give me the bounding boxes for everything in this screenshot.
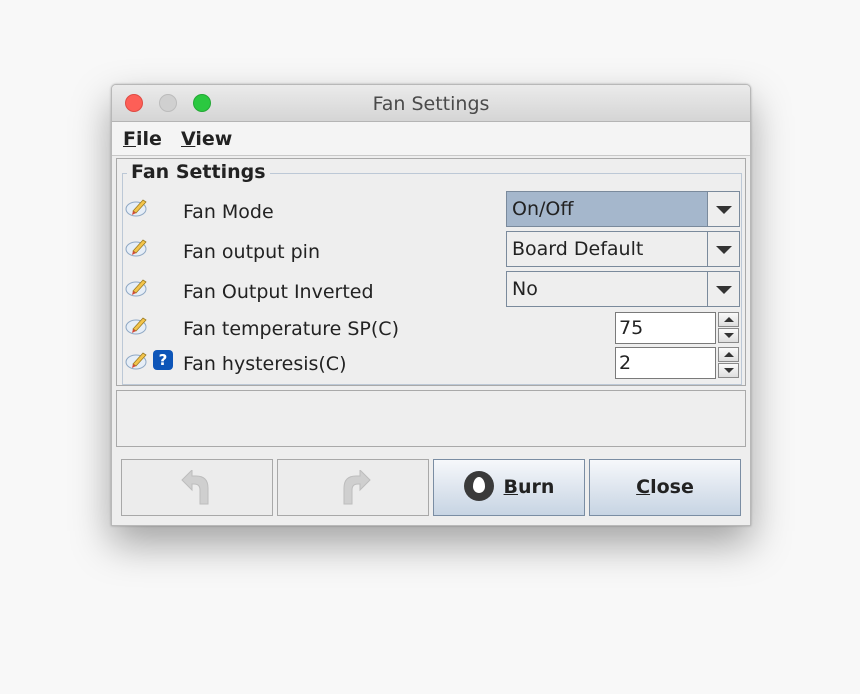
- undo-arrow-icon: [181, 470, 209, 505]
- burn-mnemonic: B: [503, 476, 519, 498]
- fan-hysteresis-label: Fan hysteresis(C): [183, 353, 347, 375]
- title-bar: Fan Settings: [112, 85, 750, 122]
- fan-temperature-sp-spinner: [615, 312, 740, 344]
- fan-temperature-sp-field[interactable]: [615, 312, 716, 344]
- fan-hysteresis-field[interactable]: [615, 347, 716, 379]
- edit-note-icon: [125, 317, 147, 335]
- fan-output-pin-value: Board Default: [512, 238, 644, 260]
- menu-bar: File View: [112, 122, 750, 156]
- help-icon[interactable]: ?: [153, 350, 173, 370]
- fan-output-pin-label: Fan output pin: [183, 241, 320, 263]
- fan-mode-value: On/Off: [507, 192, 708, 226]
- burn-button[interactable]: Burn: [433, 459, 585, 516]
- spinner-up-icon[interactable]: [718, 347, 739, 362]
- fan-mode-combo[interactable]: On/Off: [506, 191, 740, 227]
- menu-file[interactable]: File: [123, 128, 162, 150]
- chevron-down-icon[interactable]: [707, 192, 739, 226]
- fan-mode-label: Fan Mode: [183, 201, 274, 223]
- fan-settings-window: Fan Settings File View Fan Settings Fan …: [111, 84, 751, 526]
- undo-button[interactable]: [121, 459, 273, 516]
- menu-view-mnemonic: V: [181, 128, 196, 150]
- menu-view-label: iew: [195, 128, 233, 150]
- close-button[interactable]: Close: [589, 459, 741, 516]
- chevron-down-icon[interactable]: [707, 232, 739, 266]
- fan-output-inverted-label: Fan Output Inverted: [183, 281, 374, 303]
- redo-arrow-icon: [343, 470, 371, 505]
- status-panel: [116, 390, 746, 447]
- menu-file-mnemonic: F: [123, 128, 136, 150]
- menu-view[interactable]: View: [181, 128, 232, 150]
- flame-icon: [463, 470, 494, 501]
- fan-output-pin-combo[interactable]: Board Default: [506, 231, 740, 267]
- fan-output-inverted-combo[interactable]: No: [506, 271, 740, 307]
- spinner-down-icon[interactable]: [718, 328, 739, 343]
- edit-note-icon: [125, 279, 147, 297]
- redo-button[interactable]: [277, 459, 429, 516]
- edit-note-icon: [125, 239, 147, 257]
- fan-hysteresis-spinner: [615, 347, 740, 379]
- burn-label: urn: [518, 476, 555, 498]
- settings-panel: Fan Settings Fan Mode On/Off Fan output …: [116, 158, 746, 386]
- edit-note-icon: [125, 199, 147, 217]
- group-title: Fan Settings: [127, 161, 270, 183]
- spinner-up-icon[interactable]: [718, 312, 739, 327]
- chevron-down-icon[interactable]: [707, 272, 739, 306]
- close-label: lose: [650, 476, 694, 498]
- window-title: Fan Settings: [372, 93, 490, 115]
- edit-note-icon: [125, 352, 147, 370]
- close-mnemonic: C: [636, 476, 651, 498]
- menu-file-label: ile: [135, 128, 162, 150]
- fan-temperature-sp-label: Fan temperature SP(C): [183, 318, 399, 340]
- spinner-down-icon[interactable]: [718, 363, 739, 378]
- fan-output-inverted-value: No: [512, 278, 538, 300]
